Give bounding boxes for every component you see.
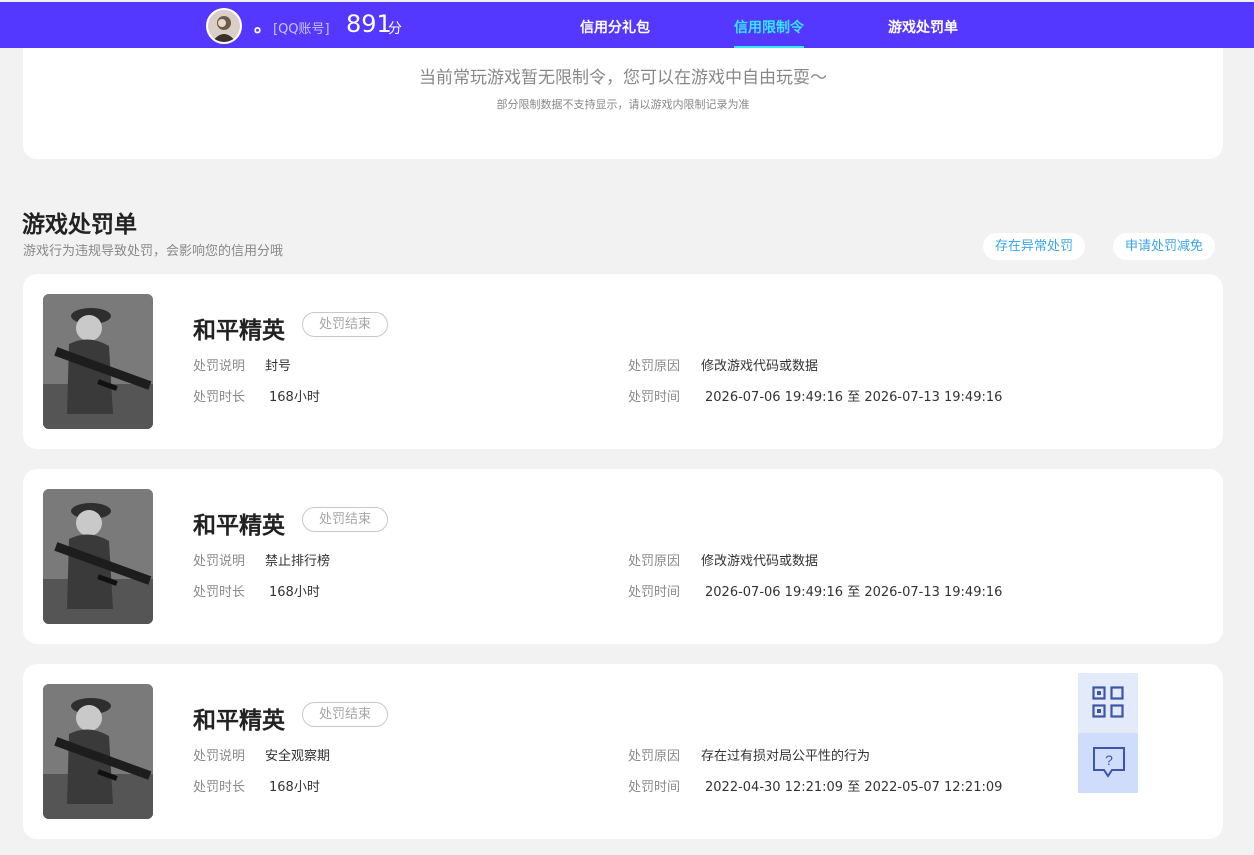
penalty-desc-label: 处罚说明 [193, 554, 246, 569]
penalty-reduction-button[interactable]: 申请处罚减免 [1113, 233, 1216, 260]
penalty-section-title: 游戏处罚单 [22, 212, 137, 238]
limit-message: 当前常玩游戏暂无限制令，您可以在游戏中自由玩耍～ [419, 68, 827, 88]
penalty-duration-label: 处罚时长 [193, 390, 246, 405]
game-name: 和平精英 [193, 708, 285, 734]
penalty-reason-label: 处罚原因 [628, 749, 681, 764]
game-thumbnail [43, 489, 153, 624]
status-badge: 处罚结束 [302, 312, 388, 337]
credit-score: 891 [346, 10, 392, 38]
top-bar: 。 [QQ账号] 891 分 信用分礼包 信用限制令 游戏处罚单 [0, 2, 1254, 48]
tab-credit-gift[interactable]: 信用分礼包 [580, 17, 650, 37]
status-badge: 处罚结束 [302, 702, 388, 727]
account-type: [QQ账号] [273, 22, 330, 37]
penalty-desc-value: 封号 [265, 359, 292, 374]
penalty-desc-label: 处罚说明 [193, 749, 246, 764]
penalty-time-label: 处罚时间 [628, 780, 681, 795]
tab-penalty-list[interactable]: 游戏处罚单 [888, 17, 958, 37]
penalty-duration-value: 168小时 [269, 780, 320, 795]
game-name: 和平精英 [193, 513, 285, 539]
penalty-reason-label: 处罚原因 [628, 359, 681, 374]
penalty-card[interactable]: 和平精英 处罚结束 处罚说明 禁止排行榜 处罚时长 168小时 处罚原因 修改游… [23, 469, 1223, 644]
penalty-duration-label: 处罚时长 [193, 585, 246, 600]
penalty-time-value: 2026-07-06 19:49:16 至 2026-07-13 19:49:1… [705, 585, 1003, 600]
game-thumbnail [43, 294, 153, 429]
user-nickname: 。 [254, 16, 272, 37]
penalty-time-value: 2022-04-30 12:21:09 至 2022-05-07 12:21:0… [705, 780, 1003, 795]
svg-text:?: ? [1105, 752, 1113, 768]
tab-credit-limit[interactable]: 信用限制令 [734, 17, 804, 37]
abnormal-penalty-button[interactable]: 存在异常处罚 [983, 233, 1086, 260]
penalty-duration-value: 168小时 [269, 390, 320, 405]
penalty-reason-label: 处罚原因 [628, 554, 681, 569]
game-thumbnail [43, 684, 153, 819]
limit-note: 部分限制数据不支持显示，请以游戏内限制记录为准 [496, 98, 750, 111]
penalty-card[interactable]: 和平精英 处罚结束 处罚说明 封号 处罚时长 168小时 处罚原因 修改游戏代码… [23, 274, 1223, 449]
penalty-time-label: 处罚时间 [628, 585, 681, 600]
penalty-time-value: 2026-07-06 19:49:16 至 2026-07-13 19:49:1… [705, 390, 1003, 405]
penalty-duration-label: 处罚时长 [193, 780, 246, 795]
penalty-reason-value: 修改游戏代码或数据 [701, 359, 819, 374]
status-badge: 处罚结束 [302, 507, 388, 532]
penalty-reason-value: 存在过有损对局公平性的行为 [701, 749, 871, 764]
qr-code-button[interactable] [1078, 673, 1138, 733]
avatar[interactable] [206, 8, 242, 44]
credit-score-unit: 分 [388, 21, 402, 37]
penalty-desc-label: 处罚说明 [193, 359, 246, 374]
limit-order-card: 当前常玩游戏暂无限制令，您可以在游戏中自由玩耍～ 部分限制数据不支持显示，请以游… [23, 48, 1223, 159]
penalty-desc-value: 禁止排行榜 [265, 554, 331, 569]
penalty-duration-value: 168小时 [269, 585, 320, 600]
help-button[interactable]: ? [1078, 733, 1138, 793]
qr-code-icon [1092, 686, 1124, 718]
penalty-section-subtitle: 游戏行为违规导致处罚，会影响您的信用分哦 [23, 244, 284, 259]
help-chat-icon: ? [1093, 747, 1125, 778]
penalty-time-label: 处罚时间 [628, 390, 681, 405]
penalty-reason-value: 修改游戏代码或数据 [701, 554, 819, 569]
penalty-desc-value: 安全观察期 [265, 749, 331, 764]
penalty-card[interactable]: 和平精英 处罚结束 处罚说明 安全观察期 处罚时长 168小时 处罚原因 存在过… [23, 664, 1223, 839]
game-name: 和平精英 [193, 318, 285, 344]
floating-tool-panel: ? [1078, 673, 1138, 793]
